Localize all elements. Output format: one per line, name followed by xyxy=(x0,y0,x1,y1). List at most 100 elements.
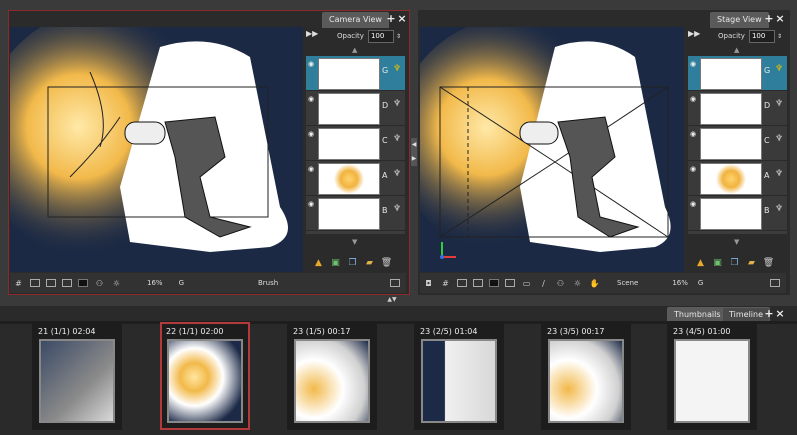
delete-layer-icon[interactable]: 🗑 xyxy=(381,258,392,269)
add-view-icon[interactable]: + xyxy=(764,308,774,320)
panel-thumbnail[interactable]: 23 (2/5) 01:04 xyxy=(414,322,504,430)
opacity-spinner-icon[interactable]: ⇕ xyxy=(777,33,782,40)
add-drawing-layer-icon[interactable]: ▲ xyxy=(313,258,324,269)
camera-zoom-level[interactable]: 16% xyxy=(147,279,163,287)
stage-artwork xyxy=(420,27,684,272)
add-image-layer-icon[interactable]: ▣ xyxy=(330,258,341,269)
layer-row-g[interactable]: ◉ G ♆ xyxy=(306,56,405,91)
camera-mask-icon[interactable] xyxy=(78,279,88,287)
eye-icon[interactable]: ◉ xyxy=(308,165,315,173)
panel-thumbnail[interactable]: 21 (1/1) 02:04 xyxy=(32,322,122,430)
eye-icon[interactable]: ◉ xyxy=(308,60,315,68)
view-splitter[interactable]: ◀ ▶ xyxy=(411,138,417,166)
panel-thumbnail-image xyxy=(674,339,750,423)
camera-layers-scroll-down-icon[interactable]: ▼ xyxy=(352,238,357,246)
close-view-icon[interactable]: × xyxy=(397,13,407,25)
panel-thumbnail-image xyxy=(167,339,243,423)
color-swatch-icon[interactable] xyxy=(390,279,400,287)
field-guide-icon[interactable] xyxy=(473,279,483,287)
eye-icon[interactable]: ◉ xyxy=(690,60,697,68)
grid-icon[interactable]: # xyxy=(13,278,24,289)
layer-thumbnail xyxy=(700,93,762,125)
stage-toolbar: ◘ # ▭ ∕ ⚇ ☼ ✋ Scene 16% G xyxy=(420,273,786,293)
pose-icon: ♆ xyxy=(393,134,402,144)
layer-thumbnail xyxy=(700,198,762,230)
layer-row-c[interactable]: ◉ C ♆ xyxy=(688,126,787,161)
add-image-layer-icon[interactable]: ▣ xyxy=(712,258,723,269)
light-table-icon[interactable]: ☼ xyxy=(111,278,122,289)
eye-icon[interactable]: ◉ xyxy=(308,95,315,103)
eye-icon[interactable]: ◉ xyxy=(690,200,697,208)
eye-icon[interactable]: ◉ xyxy=(690,165,697,173)
stage-layers-scroll-down-icon[interactable]: ▼ xyxy=(734,238,739,246)
add-view-icon[interactable]: + xyxy=(386,13,396,25)
camera-viewport[interactable] xyxy=(10,27,303,272)
layer-row-d[interactable]: ◉ D ♆ xyxy=(306,91,405,126)
tab-camera-view[interactable]: Camera View xyxy=(322,12,389,28)
eye-icon[interactable]: ◉ xyxy=(690,130,697,138)
pose-icon: ♆ xyxy=(775,204,784,214)
color-swatch-icon[interactable] xyxy=(770,279,780,287)
safe-area-icon[interactable] xyxy=(30,279,40,287)
add-drawing-layer-icon[interactable]: ▲ xyxy=(695,258,706,269)
layer-row-a[interactable]: ◉ A ♆ xyxy=(306,161,405,196)
frame-icon[interactable] xyxy=(505,279,515,287)
camera-icon[interactable]: ◘ xyxy=(423,278,434,289)
camera-mask-icon[interactable] xyxy=(489,279,499,287)
camera-opacity-label: Opacity xyxy=(337,32,364,40)
line-tool-icon[interactable]: ∕ xyxy=(538,278,549,289)
stage-zoom-level[interactable]: 16% xyxy=(672,279,688,287)
duplicate-layer-icon[interactable]: ❐ xyxy=(347,258,358,269)
field-guide-icon[interactable] xyxy=(46,279,56,287)
group-layer-icon[interactable]: ▰ xyxy=(364,258,375,269)
opacity-spinner-icon[interactable]: ⇕ xyxy=(396,33,401,40)
layer-thumbnail xyxy=(700,128,762,160)
panel-thumbnail[interactable]: 22 (1/1) 02:00 xyxy=(160,322,250,430)
panel-thumbnail-label: 23 (2/5) 01:04 xyxy=(420,327,478,336)
close-view-icon[interactable]: × xyxy=(775,13,785,25)
layer-row-b[interactable]: ◉ B ♆ xyxy=(688,196,787,231)
current-tool-label: Brush xyxy=(258,279,279,287)
add-view-icon[interactable]: + xyxy=(764,13,774,25)
layer-row-d[interactable]: ◉ D ♆ xyxy=(688,91,787,126)
camera-side-collapse-icon[interactable]: ▶▶ xyxy=(306,29,318,38)
image-icon[interactable]: ▭ xyxy=(521,278,532,289)
eye-icon[interactable]: ◉ xyxy=(690,95,697,103)
layer-row-g[interactable]: ◉ G ♆ xyxy=(688,56,787,91)
group-layer-icon[interactable]: ▰ xyxy=(746,258,757,269)
stage-side-collapse-icon[interactable]: ▶▶ xyxy=(688,29,700,38)
camera-toolbar: # ⚇ ☼ 16% G Brush xyxy=(10,273,406,293)
eye-icon[interactable]: ◉ xyxy=(308,130,315,138)
stage-layers-scroll-up-icon[interactable]: ▲ xyxy=(734,46,739,54)
eye-icon[interactable]: ◉ xyxy=(308,200,315,208)
panel-thumbnail[interactable]: 23 (3/5) 00:17 xyxy=(541,322,631,430)
onion-skin-icon[interactable]: ⚇ xyxy=(94,278,105,289)
stage-opacity-input[interactable]: 100 xyxy=(748,29,775,43)
stage-viewport[interactable] xyxy=(420,27,684,272)
camera-layers-scroll-up-icon[interactable]: ▲ xyxy=(352,46,357,54)
panel-splitter[interactable]: ▲▼ xyxy=(380,296,404,304)
light-table-icon[interactable]: ☼ xyxy=(572,278,583,289)
camera-opacity-row: Opacity 100 ⇕ xyxy=(337,28,401,44)
panel-thumbnail-image xyxy=(39,339,115,423)
layer-row-b[interactable]: ◉ B ♆ xyxy=(306,196,405,231)
delete-layer-icon[interactable]: 🗑 xyxy=(763,258,774,269)
tab-stage-view[interactable]: Stage View xyxy=(710,12,769,28)
panel-thumbnail-image xyxy=(294,339,370,423)
hand-icon[interactable]: ✋ xyxy=(589,278,600,289)
frame-icon[interactable] xyxy=(62,279,72,287)
safe-area-icon[interactable] xyxy=(457,279,467,287)
panel-thumbnail[interactable]: 23 (4/5) 01:00 xyxy=(667,322,757,430)
panel-thumbnail[interactable]: 23 (1/5) 00:17 xyxy=(287,322,377,430)
layer-row-a[interactable]: ◉ A ♆ xyxy=(688,161,787,196)
camera-opacity-input[interactable]: 100 xyxy=(367,29,394,43)
panel-thumbnail-image xyxy=(548,339,624,423)
grid-icon[interactable]: # xyxy=(440,278,451,289)
duplicate-layer-icon[interactable]: ❐ xyxy=(729,258,740,269)
close-view-icon[interactable]: × xyxy=(775,308,785,320)
layer-row-c[interactable]: ◉ C ♆ xyxy=(306,126,405,161)
stage-layer-actions: ▲ ▣ ❐ ▰ 🗑 xyxy=(692,254,777,272)
onion-skin-icon[interactable]: ⚇ xyxy=(555,278,566,289)
camera-layer-list: ◉ G ♆ ◉ D ♆ ◉ C ♆ ◉ A ♆ ◉ B ♆ xyxy=(306,56,405,234)
scene-mode-label[interactable]: Scene xyxy=(617,279,638,287)
